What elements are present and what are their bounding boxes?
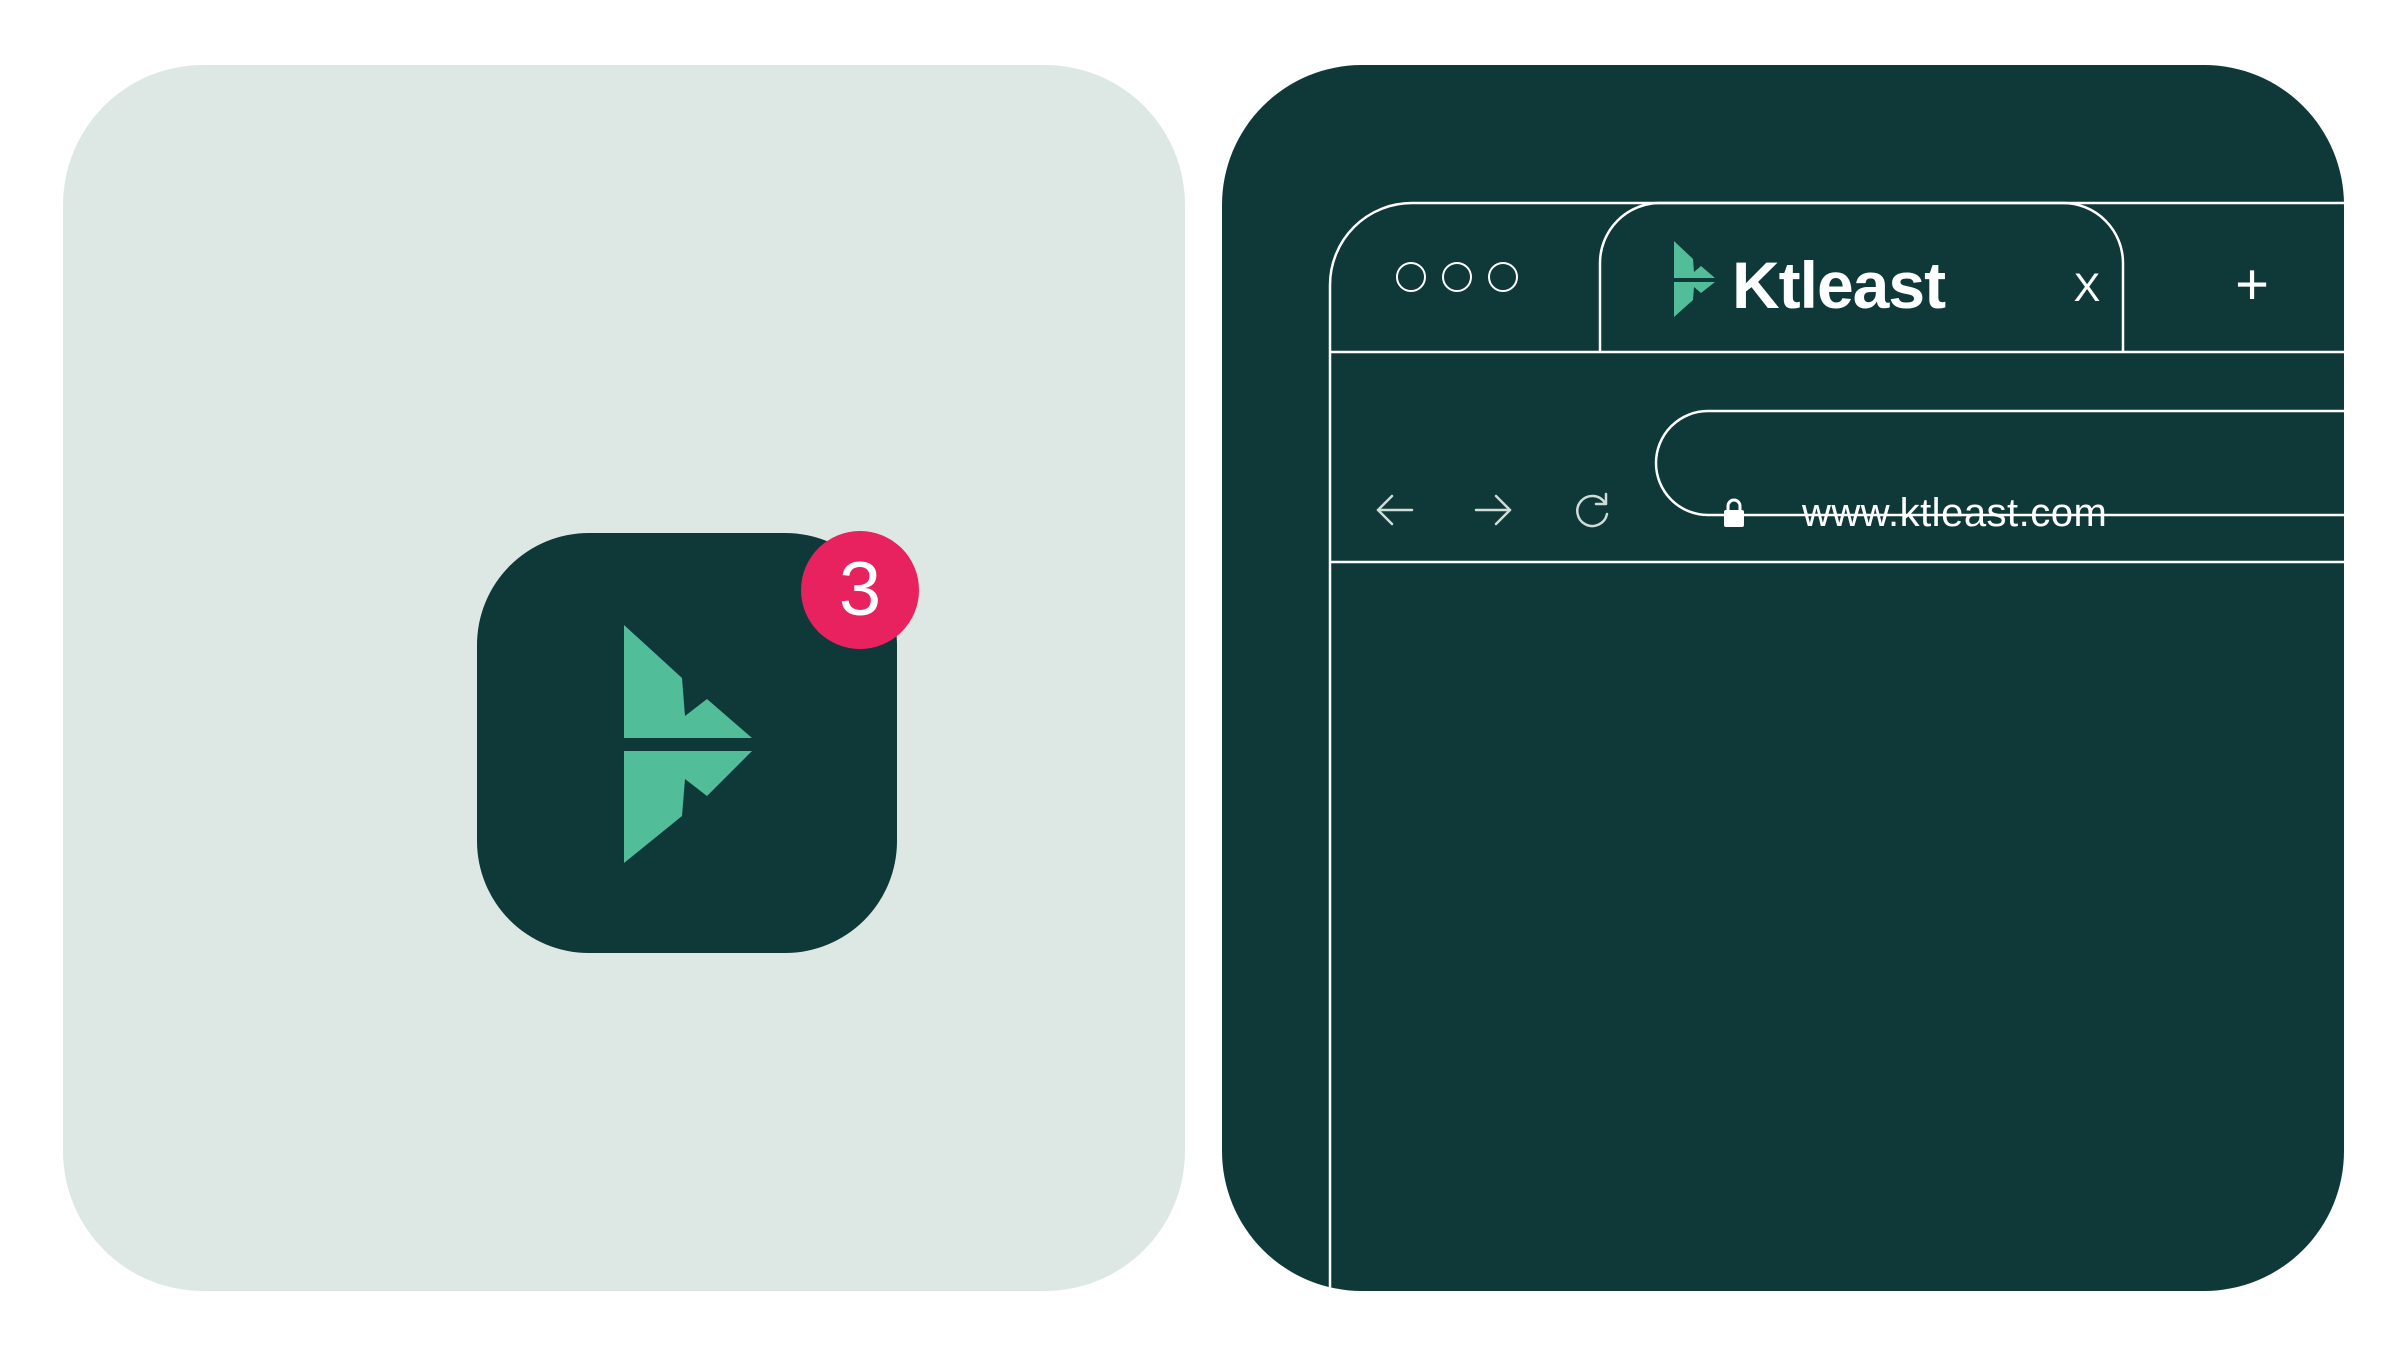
window-control-close-icon[interactable] <box>1396 262 1426 292</box>
lock-icon <box>1724 498 1744 527</box>
reload-icon[interactable] <box>1565 483 1619 537</box>
tab-close-button[interactable]: X <box>2064 265 2110 311</box>
illustration-canvas: 3 Ktleast X + www.ktleast.com <box>0 0 2400 1350</box>
notification-badge: 3 <box>801 531 919 649</box>
browser-panel: Ktleast X + www.ktleast.com <box>1222 65 2344 1291</box>
window-control-maximize-icon[interactable] <box>1488 262 1518 292</box>
address-bar-url[interactable]: www.ktleast.com <box>1802 483 2107 543</box>
app-icon-panel: 3 <box>63 65 1185 1291</box>
window-control-minimize-icon[interactable] <box>1442 262 1472 292</box>
tab-title[interactable]: Ktleast <box>1732 245 1946 325</box>
arrow-right-icon[interactable] <box>1466 483 1520 537</box>
new-tab-button[interactable]: + <box>2222 255 2282 315</box>
tab-favicon-icon <box>1674 241 1715 317</box>
arrow-left-icon[interactable] <box>1368 483 1422 537</box>
